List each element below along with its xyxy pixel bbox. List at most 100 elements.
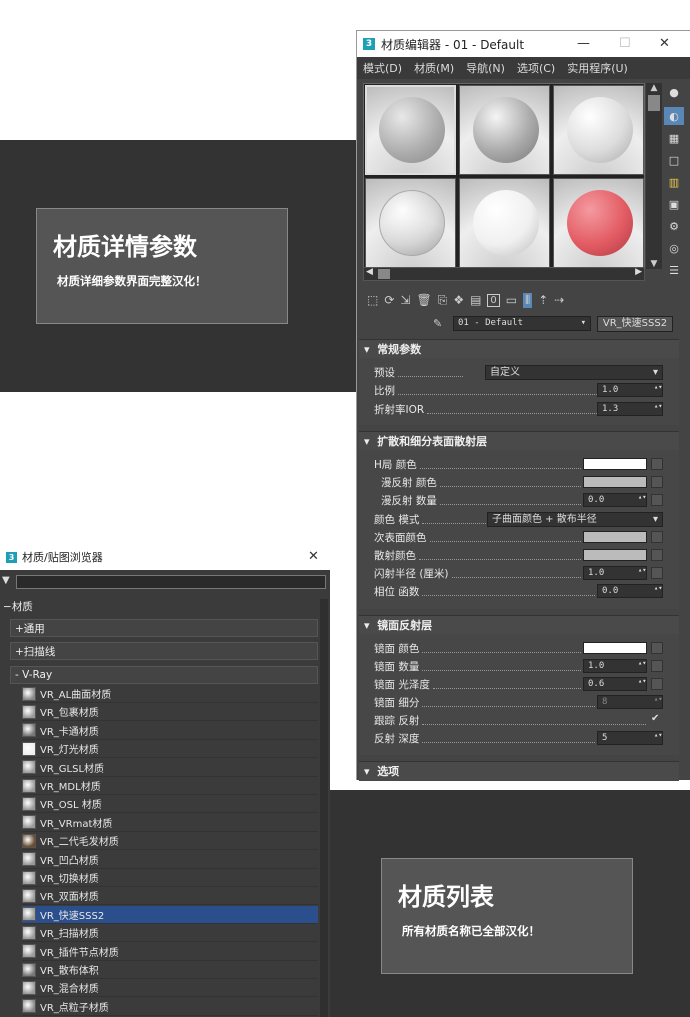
background-checker-icon[interactable]: ▦ — [664, 129, 684, 147]
radius-map-button[interactable] — [651, 567, 663, 579]
rollout-general-header[interactable]: ▾ 常规参数 — [359, 340, 679, 358]
ior-spinner[interactable]: 1.3 — [597, 402, 663, 416]
sample-slot[interactable] — [365, 178, 456, 268]
diffuse-color-map-button[interactable] — [651, 476, 663, 488]
group-vray[interactable]: - V-Ray — [10, 666, 318, 684]
show-map-icon[interactable]: ▭ — [506, 293, 517, 307]
material-type-button[interactable]: VR_快速SSS2 — [597, 316, 673, 332]
spec-amount-map-button[interactable] — [651, 660, 663, 672]
material-list-item[interactable]: VR_双面材质 — [22, 887, 318, 906]
assign-material-icon[interactable]: ⇲ — [400, 293, 410, 307]
scroll-thumb-h[interactable] — [378, 269, 390, 279]
scroll-thumb[interactable] — [648, 95, 660, 111]
options-icon[interactable]: ⚙ — [664, 217, 684, 235]
copy-material-icon[interactable]: ⎘ — [438, 293, 448, 308]
go-to-parent-icon[interactable]: ⇡ — [538, 293, 548, 307]
material-list-item[interactable]: VR_散布体积 — [22, 961, 318, 979]
material-list-item[interactable]: VR_二代毛发材质 — [22, 832, 318, 851]
go-forward-icon[interactable]: ⇢ — [554, 293, 564, 307]
select-by-material-icon[interactable]: ◎ — [664, 239, 684, 257]
slots-vertical-scrollbar[interactable]: ▲ ▼ — [646, 83, 662, 269]
scatter-color-swatch[interactable] — [583, 549, 647, 561]
browser-scrollbar[interactable] — [320, 599, 328, 1017]
phase-spinner[interactable]: 0.0 — [597, 584, 663, 598]
menu-utilities[interactable]: 实用程序(U) — [567, 60, 628, 76]
material-list-item[interactable]: VR_包裹材质 — [22, 703, 318, 722]
diffuse-amount-map-button[interactable] — [651, 494, 663, 506]
get-material-icon[interactable]: ⬚ — [367, 293, 378, 307]
make-unique-icon[interactable]: ❖ — [453, 293, 464, 307]
material-list-item[interactable]: VR_快速SSS2 — [22, 905, 318, 924]
color-mode-dropdown[interactable]: 子曲面颜色 + 散布半径 — [487, 512, 663, 527]
diffuse-color-swatch[interactable] — [583, 476, 647, 488]
sample-slot[interactable] — [553, 178, 644, 268]
scroll-down-icon[interactable]: ▼ — [646, 259, 662, 269]
put-to-library-icon[interactable]: ▤ — [470, 293, 481, 307]
material-list-item[interactable]: VR_OSL 材质 — [22, 795, 318, 814]
slots-horizontal-scrollbar[interactable]: ◀ ▶ — [363, 267, 645, 281]
spec-gloss-spinner[interactable]: 0.6 — [583, 677, 647, 691]
spec-color-map-button[interactable] — [651, 642, 663, 654]
material-list-item[interactable]: VR_点粒子材质 — [22, 998, 318, 1016]
trace-reflections-checkbox[interactable]: ✔ — [651, 713, 659, 724]
put-to-scene-icon[interactable]: ⟳ — [384, 293, 394, 307]
material-name-field[interactable]: 01 - Default — [453, 316, 591, 331]
group-general[interactable]: +通用 — [10, 619, 318, 637]
material-list-item[interactable]: VR_AL曲面材质 — [22, 685, 318, 703]
rollout-sss-header[interactable]: ▾ 扩散和细分表面散射层 — [359, 432, 679, 450]
minimize-icon[interactable]: — — [577, 36, 590, 51]
maximize-icon[interactable]: ☐ — [619, 36, 631, 51]
spec-amount-spinner[interactable]: 1.0 — [583, 659, 647, 673]
sample-uv-icon[interactable]: □ — [664, 151, 684, 169]
search-input[interactable] — [16, 575, 326, 589]
sample-slot[interactable] — [459, 178, 550, 268]
group-scanline[interactable]: +扫描线 — [10, 642, 318, 660]
material-list-item[interactable]: VR_VRmat材质 — [22, 814, 318, 832]
video-color-icon[interactable]: ▥ — [664, 173, 684, 191]
sub-color-swatch[interactable] — [583, 531, 647, 543]
spec-subdivs-spinner[interactable]: 8 — [597, 695, 663, 709]
tree-root-materials[interactable]: −材质 — [3, 599, 33, 614]
rollout-specular-header[interactable]: ▾ 镜面反射层 — [359, 616, 679, 634]
diffuse-amount-spinner[interactable]: 0.0 — [583, 493, 647, 507]
menu-material[interactable]: 材质(M) — [414, 60, 454, 76]
preset-dropdown[interactable]: 自定义 — [485, 365, 663, 380]
scroll-up-icon[interactable]: ▲ — [646, 83, 662, 93]
backlight-icon[interactable]: ◐ — [664, 107, 684, 125]
material-list-item[interactable]: VR_切换材质 — [22, 869, 318, 887]
sample-slot[interactable] — [553, 85, 644, 175]
radius-spinner[interactable]: 1.0 — [583, 566, 647, 580]
sample-slot[interactable] — [365, 85, 456, 175]
material-list-item[interactable]: VR_混合材质 — [22, 979, 318, 998]
reflection-depth-spinner[interactable]: 5 — [597, 731, 663, 745]
menu-options[interactable]: 选项(C) — [517, 60, 555, 76]
sample-type-icon[interactable]: ● — [664, 83, 684, 101]
material-list-item[interactable]: VR_MDL材质 — [22, 777, 318, 795]
menu-navigation[interactable]: 导航(N) — [466, 60, 505, 76]
material-list-item[interactable]: VR_卡通材质 — [22, 722, 318, 740]
close-icon[interactable]: ✕ — [308, 549, 319, 564]
menu-mode[interactable]: 模式(D) — [363, 60, 402, 76]
sample-slot[interactable] — [459, 85, 550, 175]
rollout-options-header[interactable]: ▾ 选项 — [359, 762, 679, 780]
show-end-result-icon[interactable]: ⫴ — [523, 292, 533, 308]
eyedropper-icon[interactable]: ✎ — [433, 317, 442, 330]
material-id-icon[interactable]: 0 — [487, 293, 500, 307]
overall-color-swatch[interactable] — [583, 458, 647, 470]
overall-color-map-button[interactable] — [651, 458, 663, 470]
material-list-item[interactable]: VR_插件节点材质 — [22, 943, 318, 961]
scale-spinner[interactable]: 1.0 — [597, 383, 663, 397]
sub-color-map-button[interactable] — [651, 531, 663, 543]
scatter-color-map-button[interactable] — [651, 549, 663, 561]
material-navigator-icon[interactable]: ☰ — [664, 261, 684, 279]
preview-icon[interactable]: ▣ — [664, 195, 684, 213]
reset-icon[interactable]: 🗑 — [416, 293, 431, 307]
scroll-left-icon[interactable]: ◀ — [366, 267, 373, 277]
spec-color-swatch[interactable] — [583, 642, 647, 654]
search-options-icon[interactable]: ▼ — [2, 575, 10, 586]
material-list-item[interactable]: VR_凹凸材质 — [22, 851, 318, 869]
spec-gloss-map-button[interactable] — [651, 678, 663, 690]
scroll-right-icon[interactable]: ▶ — [635, 267, 642, 277]
material-list-item[interactable]: VR_扫描材质 — [22, 924, 318, 943]
close-icon[interactable]: ✕ — [659, 36, 670, 51]
